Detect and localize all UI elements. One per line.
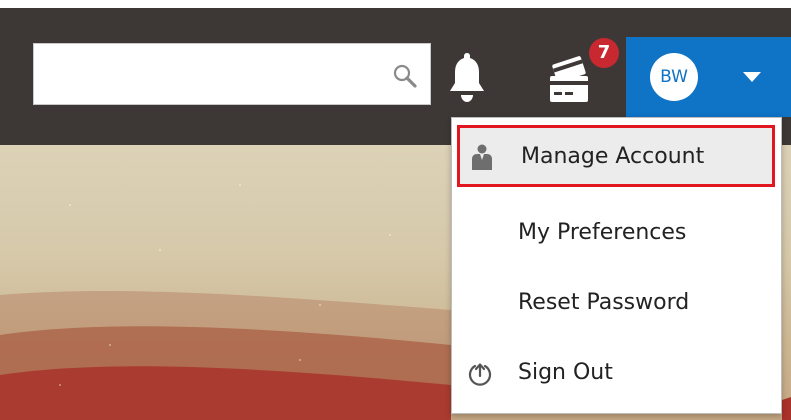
person-icon (472, 144, 492, 170)
top-strip (0, 0, 791, 8)
user-menu-button[interactable]: BW (626, 37, 791, 117)
menu-item-label: My Preferences (518, 220, 687, 245)
search-input[interactable] (34, 44, 374, 104)
bell-icon[interactable] (449, 50, 485, 104)
avatar[interactable]: BW (650, 53, 698, 101)
menu-item-label: Manage Account (521, 144, 705, 169)
menu-item-reset-password[interactable]: Reset Password (452, 270, 781, 336)
menu-item-label: Sign Out (518, 360, 613, 385)
notification-badge: 7 (589, 38, 619, 68)
cards-icon[interactable] (545, 54, 595, 104)
search-icon[interactable] (392, 63, 418, 89)
menu-item-sign-out[interactable]: Sign Out (452, 340, 781, 406)
menu-item-my-preferences[interactable]: My Preferences (452, 200, 781, 266)
user-dropdown-menu: Manage Account My Preferences Reset Pass… (451, 117, 782, 414)
menu-item-manage-account[interactable]: Manage Account (457, 125, 775, 187)
menu-item-label: Reset Password (518, 290, 690, 315)
power-icon (468, 363, 492, 386)
search-box[interactable] (33, 43, 431, 105)
screen: 7 BW Manage Account My Preferences Reset… (0, 0, 791, 420)
caret-down-icon[interactable] (742, 71, 762, 83)
